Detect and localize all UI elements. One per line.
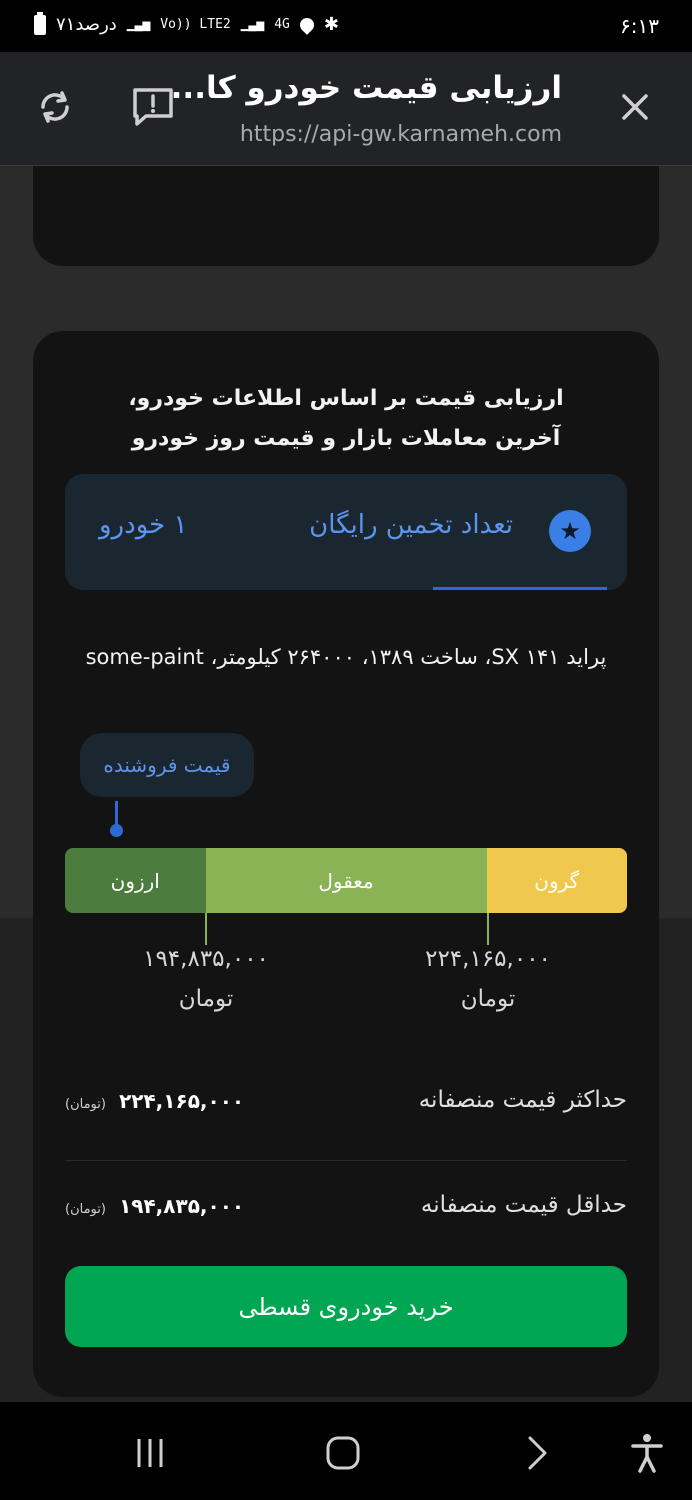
max-fair-price-label: حداکثر قیمت منصفانه <box>418 1087 627 1113</box>
min-fair-price-row: حداقل قیمت منصفانه (تومان) ۱۹۴,۸۳۵,۰۰۰ <box>65 1180 627 1240</box>
previous-card <box>33 166 659 266</box>
min-fair-price-number: ۱۹۴,۸۳۵,۰۰۰ <box>119 1194 245 1218</box>
max-fair-price-number: ۲۲۴,۱۶۵,۰۰۰ <box>119 1089 245 1113</box>
min-fair-price-unit: (تومان) <box>65 1202 106 1217</box>
recent-apps-button[interactable] <box>125 1428 175 1478</box>
seller-price-tooltip: قیمت فروشنده <box>80 733 254 797</box>
page-url: https://api-gw.karnameh.com <box>239 122 562 147</box>
max-fair-price-unit: (تومان) <box>65 1097 106 1112</box>
battery-icon <box>34 11 46 35</box>
status-icons: ۷۱درصد ▁▃▅ Vo)) LTE2 ▁▃▅ 4G ✱ <box>34 11 339 35</box>
back-button[interactable] <box>512 1428 562 1478</box>
star-icon: ★ <box>549 510 591 552</box>
home-icon <box>326 1436 360 1470</box>
min-price-tick-value: ۱۹۴,۸۳۵,۰۰۰ <box>143 946 269 972</box>
intro-text: ارزیابی قیمت بر اساس اطلاعات خودرو، آخری… <box>128 386 564 451</box>
feedback-icon <box>133 88 173 126</box>
refresh-button[interactable] <box>30 82 80 132</box>
bluetooth-icon: ✱ <box>323 14 339 35</box>
location-icon <box>296 14 317 35</box>
home-button[interactable] <box>318 1428 368 1478</box>
clock: ۶:۱۳ <box>620 14 659 38</box>
close-button[interactable] <box>610 82 660 132</box>
free-estimates-count: ۱ خودرو <box>99 510 188 540</box>
segment-expensive: گرون <box>486 848 627 913</box>
status-bar: ۷۱درصد ▁▃▅ Vo)) LTE2 ▁▃▅ 4G ✱ ۶:۱۳ <box>0 0 692 52</box>
free-estimates-label: تعداد تخمین رایگان <box>309 510 513 540</box>
network-type: 4G <box>274 17 290 32</box>
navigation-bar <box>0 1402 692 1500</box>
page-title: ارزیابی قیمت خودرو کا... <box>170 70 562 106</box>
min-fair-price-value: (تومان) ۱۹۴,۸۳۵,۰۰۰ <box>65 1194 244 1218</box>
segment-cheap: ارزون <box>65 848 206 913</box>
battery-text: ۷۱درصد <box>56 14 117 35</box>
car-description: پراید ۱۴۱ SX، ساخت ۱۳۸۹، ۲۶۴۰۰۰ کیلومتر،… <box>85 645 607 669</box>
chevron-right-icon <box>528 1436 547 1470</box>
max-price-tick-currency: تومان <box>460 986 516 1012</box>
row-divider <box>65 1160 627 1161</box>
price-range-bar: ارزون معقول گرون <box>65 848 627 913</box>
accessibility-button[interactable] <box>622 1428 672 1478</box>
price-evaluation-card: ارزیابی قیمت بر اساس اطلاعات خودرو، آخری… <box>33 331 659 1397</box>
min-fair-price-label: حداقل قیمت منصفانه <box>420 1192 627 1218</box>
max-fair-price-value: (تومان) ۲۲۴,۱۶۵,۰۰۰ <box>65 1089 244 1113</box>
recent-apps-icon <box>137 1439 163 1467</box>
buy-installment-button[interactable]: خرید خودروی قسطی <box>65 1266 627 1347</box>
signal-icon-2: ▁▃▅ <box>240 17 265 32</box>
max-fair-price-row: حداکثر قیمت منصفانه (تومان) ۲۲۴,۱۶۵,۰۰۰ <box>65 1075 627 1135</box>
min-price-tick-currency: تومان <box>178 986 234 1012</box>
accessibility-icon <box>631 1434 663 1473</box>
segment-fair: معقول <box>205 848 487 913</box>
seller-price-marker-dot <box>110 824 123 837</box>
refresh-icon <box>41 91 69 123</box>
volte-label: Vo)) LTE2 <box>160 17 231 32</box>
signal-icon: ▁▃▅ <box>126 17 151 32</box>
close-icon <box>622 94 648 120</box>
max-price-tick-value: ۲۲۴,۱۶۵,۰۰۰ <box>425 946 551 972</box>
tab-indicator <box>433 587 607 590</box>
max-price-tick <box>487 913 489 945</box>
browser-header: ارزیابی قیمت خودرو کا... https://api-gw.… <box>0 52 692 166</box>
min-price-tick <box>205 913 207 945</box>
free-estimates-tab[interactable]: ★ تعداد تخمین رایگان ۱ خودرو <box>65 474 627 590</box>
